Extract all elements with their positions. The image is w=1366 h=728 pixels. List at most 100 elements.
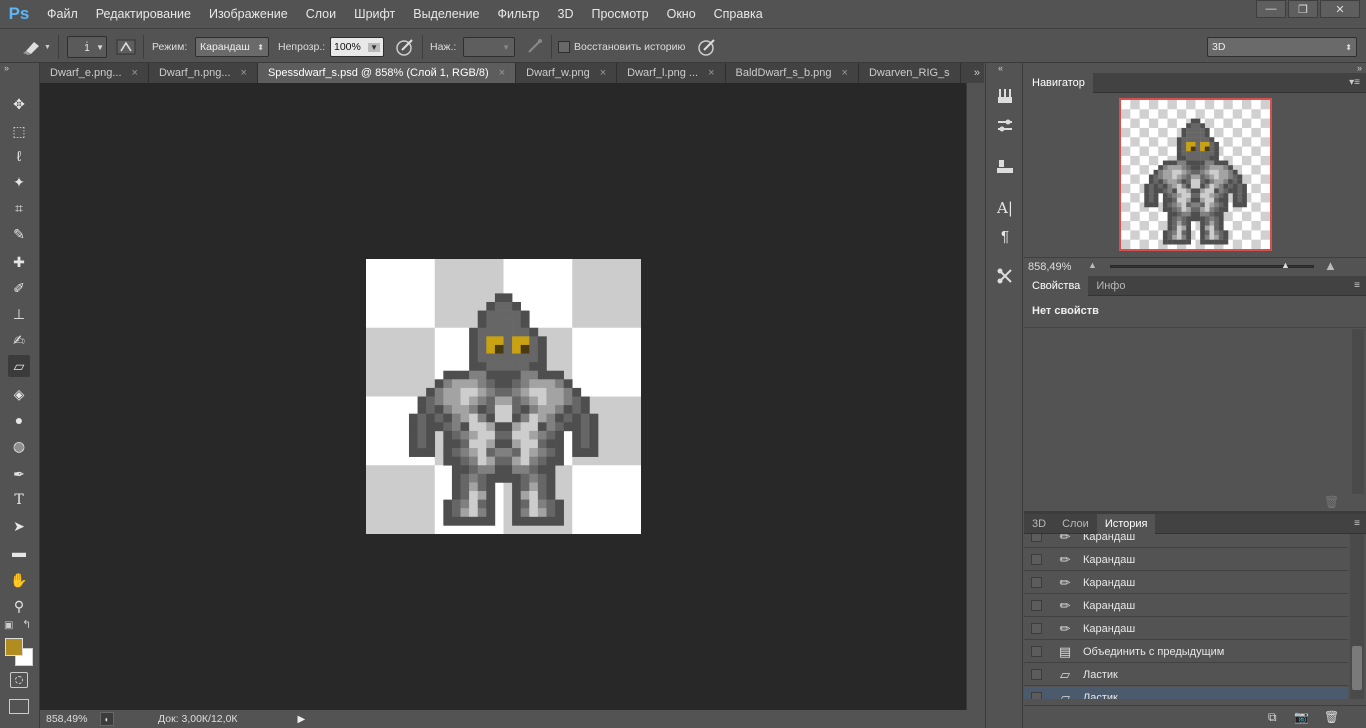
foreground-color-swatch[interactable] [5, 638, 23, 656]
zoom-out-icon[interactable]: ▲ [1088, 260, 1097, 270]
tab-layers[interactable]: Слои [1054, 514, 1097, 534]
tab-navigator[interactable]: Навигатор [1024, 73, 1093, 93]
menu-8[interactable]: Просмотр [583, 0, 658, 28]
properties-scrollbar[interactable] [1352, 329, 1364, 494]
healing-brush-tool-icon[interactable]: ✚ [8, 251, 30, 273]
tab-properties[interactable]: Свойства [1024, 276, 1089, 296]
path-selection-tool-icon[interactable]: ➤ [8, 515, 30, 537]
paragraph-panel-icon[interactable]: ¶ [993, 225, 1017, 247]
menu-2[interactable]: Изображение [200, 0, 297, 28]
character-panel-icon[interactable]: A| [993, 197, 1017, 219]
default-colors-icon[interactable]: ▣ [4, 620, 13, 631]
rectangle-tool-icon[interactable]: ▬ [8, 541, 30, 563]
brush-panel-icon[interactable] [993, 115, 1017, 137]
brush-panel-toggle-icon[interactable] [116, 37, 136, 57]
tab-close-icon[interactable]: × [600, 67, 606, 79]
menu-3[interactable]: Слои [297, 0, 345, 28]
swap-colors-icon[interactable]: ↰ [22, 618, 31, 631]
canvas-area[interactable] [40, 83, 966, 710]
delete-state-trash-icon[interactable]: 🗑 [1324, 710, 1339, 724]
restore-button[interactable]: ❐ [1288, 0, 1318, 18]
history-item[interactable]: ✏ Карандаш [1024, 572, 1348, 594]
tab-document-5[interactable]: BaldDwarf_s_b.png × [725, 63, 859, 83]
history-source-checkbox[interactable] [1031, 554, 1042, 565]
history-source-checkbox[interactable] [1031, 669, 1042, 680]
history-item[interactable]: ▱ Ластик [1024, 664, 1348, 686]
panels-collapse-icon[interactable]: » [1357, 63, 1362, 73]
tab-history[interactable]: История [1096, 514, 1156, 534]
tab-close-icon[interactable]: × [499, 67, 505, 79]
tab-3d[interactable]: 3D [1024, 514, 1054, 534]
lasso-tool-icon[interactable]: ℓ [8, 145, 30, 167]
marquee-tool-icon[interactable]: ⬚ [8, 120, 30, 142]
document-canvas[interactable] [366, 259, 641, 534]
dodge-tool-icon[interactable]: ◍ [8, 435, 30, 457]
dock-expand-icon[interactable]: « [998, 63, 1003, 73]
history-source-checkbox[interactable] [1031, 692, 1042, 699]
menu-0[interactable]: Файл [38, 0, 87, 28]
move-tool-icon[interactable]: ✥ [8, 93, 30, 115]
tab-document-2[interactable]: Spessdwarf_s.psd @ 858% (Слой 1, RGB/8) × [257, 63, 517, 83]
history-item[interactable]: ✏ Карандаш [1024, 549, 1348, 571]
tab-document-6[interactable]: Dwarven_RIG_s [858, 63, 961, 83]
history-source-checkbox[interactable] [1031, 534, 1042, 542]
screen-mode-icon[interactable] [9, 699, 29, 714]
tab-document-3[interactable]: Dwarf_w.png × [516, 63, 618, 83]
paint-bucket-tool-icon[interactable]: ◈ [8, 383, 30, 405]
workspace-select[interactable]: 3D ⬍ [1207, 37, 1357, 57]
history-item[interactable]: ✏ Карандаш [1024, 534, 1348, 548]
tablet-size-icon[interactable] [697, 37, 717, 57]
clone-source-icon[interactable] [993, 155, 1017, 177]
history-source-checkbox[interactable] [1031, 646, 1042, 657]
pen-tool-icon[interactable]: ✒ [8, 463, 30, 485]
status-menu-arrow-icon[interactable]: ▶ [298, 714, 306, 725]
close-button[interactable]: ✕ [1320, 0, 1360, 18]
airbrush-icon[interactable] [525, 37, 545, 57]
opacity-input[interactable]: 100% ▼ [330, 37, 384, 57]
tab-info[interactable]: Инфо [1088, 276, 1133, 296]
tab-close-icon[interactable]: × [241, 67, 247, 79]
navigator-thumbnail[interactable] [1119, 98, 1272, 251]
tab-close-icon[interactable]: × [842, 67, 848, 79]
menu-5[interactable]: Выделение [404, 0, 488, 28]
tab-document-0[interactable]: Dwarf_e.png... × [40, 63, 149, 83]
status-zoom[interactable]: 858,49% [46, 713, 96, 725]
blur-tool-icon[interactable]: ● [8, 409, 30, 431]
menu-9[interactable]: Окно [658, 0, 705, 28]
restore-history-box[interactable] [558, 41, 570, 53]
navigator-menu-icon[interactable]: ▾≡ [1349, 73, 1360, 93]
quick-mask-icon[interactable] [10, 672, 28, 688]
brush-presets-icon[interactable] [993, 85, 1017, 107]
new-document-from-state-icon[interactable]: ⧉ [1268, 710, 1277, 725]
crop-tool-icon[interactable]: ⌗ [8, 197, 30, 219]
menu-10[interactable]: Справка [705, 0, 772, 28]
tab-document-1[interactable]: Dwarf_n.png... × [148, 63, 258, 83]
magic-wand-tool-icon[interactable]: ✦ [8, 171, 30, 193]
history-source-checkbox[interactable] [1031, 623, 1042, 634]
tablet-opacity-icon[interactable] [395, 37, 415, 57]
history-source-checkbox[interactable] [1031, 600, 1042, 611]
history-item[interactable]: ✏ Карандаш [1024, 618, 1348, 640]
tab-document-4[interactable]: Dwarf_l.png ... × [617, 63, 726, 83]
brush-size-picker[interactable]: • 1 ▼ [67, 36, 107, 58]
navigator-zoom-value[interactable]: 858,49% [1028, 261, 1071, 273]
eraser-preset-icon[interactable]: ▼ [20, 37, 51, 57]
menu-7[interactable]: 3D [549, 0, 583, 28]
history-source-checkbox[interactable] [1031, 577, 1042, 588]
history-item[interactable]: ▱ Ластик [1024, 687, 1348, 699]
history-scrollbar[interactable] [1350, 534, 1364, 699]
minimize-button[interactable]: — [1256, 0, 1286, 18]
status-share-icon[interactable]: ◐ [100, 712, 114, 726]
clone-stamp-tool-icon[interactable]: ⊥ [8, 303, 30, 325]
history-scrollbar-thumb[interactable] [1352, 646, 1362, 690]
pressure-input[interactable]: ▼ [463, 37, 515, 57]
mode-select[interactable]: Карандаш ⬍ [195, 37, 269, 57]
zoom-tool-icon[interactable]: ⚲ [8, 595, 30, 617]
eraser-tool-icon[interactable]: ▱ [8, 355, 30, 377]
brush-tool-icon[interactable]: ✐ [8, 277, 30, 299]
hand-tool-icon[interactable]: ✋ [8, 569, 30, 591]
tab-close-icon[interactable]: × [132, 67, 138, 79]
menu-1[interactable]: Редактирование [87, 0, 200, 28]
snapshot-camera-icon[interactable]: 📷 [1294, 710, 1309, 724]
history-menu-icon[interactable]: ≡ [1354, 514, 1360, 534]
